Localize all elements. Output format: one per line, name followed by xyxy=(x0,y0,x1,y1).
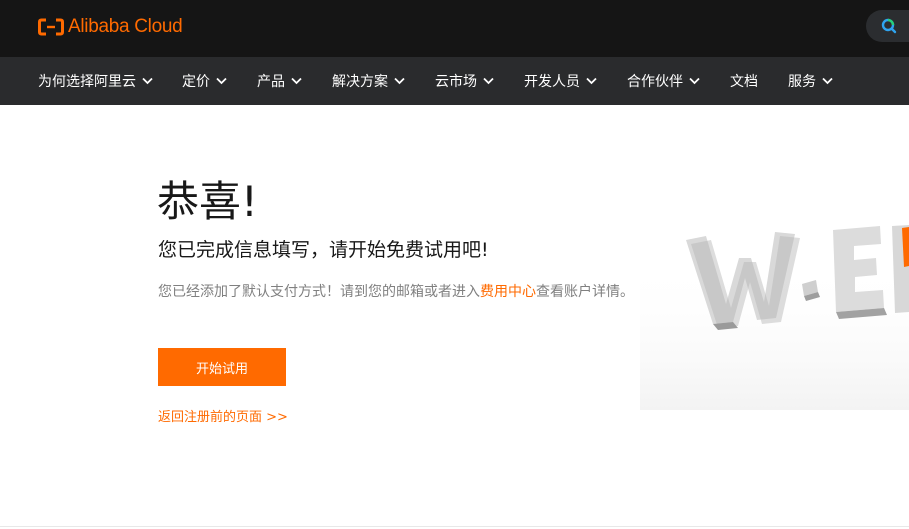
nav-item-label: 定价 xyxy=(182,74,210,90)
page-bottom-divider xyxy=(0,526,909,527)
nav-item-solutions[interactable]: 解决方案 xyxy=(332,57,405,105)
main-nav: 为何选择阿里云 定价 产品 解决方案 云市场 开发人员 合作伙伴 文档 服务 xyxy=(0,57,909,105)
search-button[interactable] xyxy=(866,10,909,42)
description-text-end: 查看账户详情。 xyxy=(536,284,634,300)
nav-item-why-alibaba-cloud[interactable]: 为何选择阿里云 xyxy=(38,57,153,105)
chevron-down-icon xyxy=(394,77,405,85)
search-icon xyxy=(881,18,897,34)
nav-item-partners[interactable]: 合作伙伴 xyxy=(627,57,700,105)
nav-item-developers[interactable]: 开发人员 xyxy=(524,57,597,105)
chevron-down-icon xyxy=(291,77,302,85)
nav-item-marketplace[interactable]: 云市场 xyxy=(435,57,494,105)
page-title: 恭喜! xyxy=(157,177,258,226)
nav-item-label: 解决方案 xyxy=(332,74,388,90)
chevron-down-icon xyxy=(483,77,494,85)
nav-item-label: 服务 xyxy=(788,74,816,90)
chevron-down-icon xyxy=(586,77,597,85)
nav-item-docs[interactable]: 文档 xyxy=(730,57,758,105)
page-subtitle: 您已完成信息填写，请开始免费试用吧! xyxy=(158,239,489,261)
alibaba-cloud-logo-icon xyxy=(38,18,64,36)
nav-item-label: 云市场 xyxy=(435,74,477,90)
top-header: Alibaba Cloud xyxy=(0,0,909,57)
start-trial-button[interactable]: 开始试用 xyxy=(158,348,286,386)
nav-item-label: 为何选择阿里云 xyxy=(38,74,136,90)
nav-item-products[interactable]: 产品 xyxy=(257,57,302,105)
payment-info-text: 您已经添加了默认支付方式！请到您的邮箱或者进入费用中心查看账户详情。 xyxy=(158,280,678,304)
nav-item-label: 开发人员 xyxy=(524,74,580,90)
nav-item-services[interactable]: 服务 xyxy=(788,57,833,105)
billing-center-link[interactable]: 费用中心 xyxy=(480,284,536,300)
description-text-start: 您已经添加了默认支付方式！请到您的邮箱或者进入 xyxy=(158,284,480,300)
chevron-down-icon xyxy=(216,77,227,85)
alibaba-cloud-logo[interactable]: Alibaba Cloud xyxy=(38,15,183,39)
chevron-down-icon xyxy=(689,77,700,85)
nav-item-pricing[interactable]: 定价 xyxy=(182,57,227,105)
chevron-down-icon xyxy=(822,77,833,85)
web-3d-illustration xyxy=(640,225,909,410)
nav-item-label: 文档 xyxy=(730,74,758,90)
nav-item-label: 合作伙伴 xyxy=(627,74,683,90)
letter-b-shape xyxy=(892,225,909,313)
back-to-previous-page-link[interactable]: 返回注册前的页面 >> xyxy=(158,406,288,425)
nav-item-label: 产品 xyxy=(257,74,285,90)
logo-text: Alibaba Cloud xyxy=(68,16,183,37)
chevron-down-icon xyxy=(142,77,153,85)
